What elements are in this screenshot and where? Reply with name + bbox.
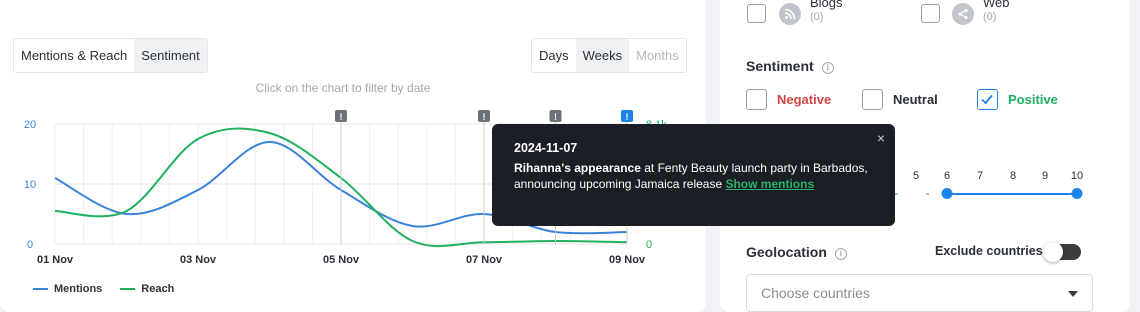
y-tick-right: 0 <box>646 239 652 251</box>
source-label-web: Web <box>983 0 1010 10</box>
sentiment-positive[interactable]: Positive <box>977 89 1058 110</box>
geolocation-title: Geolocation <box>746 244 827 260</box>
checkbox-negative[interactable] <box>746 89 767 110</box>
slider-tick: 9 <box>1041 170 1049 182</box>
source-label-blogs: Blogs <box>810 0 843 10</box>
sentiment-title: Sentiment <box>746 58 814 74</box>
x-tick: 07 Nov <box>466 254 503 266</box>
info-icon[interactable]: i <box>821 62 834 74</box>
slider-fill <box>947 193 1077 195</box>
y-tick-left: 20 <box>24 119 36 131</box>
checkbox-neutral[interactable] <box>862 89 883 110</box>
legend-item-mentions[interactable]: Mentions <box>33 283 102 295</box>
x-tick: 03 Nov <box>180 254 217 266</box>
tooltip-date: 2024-11-07 <box>514 141 578 155</box>
checkbox-positive[interactable] <box>977 89 998 110</box>
tab-days[interactable]: Days <box>532 39 576 72</box>
chart-type-tabs: Mentions & Reach Sentiment <box>13 38 208 73</box>
sentiment-label-neutral: Neutral <box>893 92 938 107</box>
slider-tick: 5 <box>912 170 920 182</box>
legend-swatch-reach <box>120 288 136 290</box>
source-count-web: (0) <box>983 11 997 23</box>
rss-icon <box>779 3 801 25</box>
exclamation-icon: ! <box>483 112 486 122</box>
x-tick: 01 Nov <box>37 254 74 266</box>
sentiment-negative[interactable]: Negative <box>746 89 831 110</box>
toggle-knob <box>1043 242 1063 262</box>
period-tabs: Days Weeks Months <box>531 38 687 73</box>
exclamation-icon: ! <box>626 112 629 122</box>
x-tick: 05 Nov <box>323 254 360 266</box>
slider-handle-max[interactable] <box>1071 188 1083 199</box>
slider-handle-min[interactable] <box>941 188 953 199</box>
checkbox-web[interactable] <box>921 4 940 23</box>
sentiment-label-negative: Negative <box>777 92 832 107</box>
sentiment-label-positive: Positive <box>1008 92 1058 107</box>
tooltip-body: Rihanna's appearance at Fenty Beauty lau… <box>514 160 873 192</box>
show-mentions-link[interactable]: Show mentions <box>725 177 814 191</box>
legend-label-reach: Reach <box>141 283 175 295</box>
exclude-countries-label: Exclude countries <box>935 244 1043 258</box>
tooltip-headline: Rihanna's appearance <box>514 161 641 175</box>
source-count-blogs: (0) <box>810 11 824 23</box>
event-tooltip: × 2024-11-07 Rihanna's appearance at Fen… <box>492 124 895 226</box>
chart-legend: Mentions Reach <box>33 283 174 295</box>
info-icon[interactable]: i <box>834 248 847 260</box>
slider-tick: 7 <box>976 170 984 182</box>
countries-select[interactable]: Choose countries <box>746 274 1093 312</box>
tab-sentiment[interactable]: Sentiment <box>134 39 207 72</box>
chevron-down-icon <box>1068 291 1078 297</box>
exclamation-icon: ! <box>554 112 557 122</box>
tab-months[interactable]: Months <box>629 39 686 72</box>
checkmark-icon <box>981 94 993 105</box>
slider-tick: 8 <box>1009 170 1017 182</box>
sentiment-heading: Sentiment i <box>746 58 834 74</box>
countries-placeholder: Choose countries <box>761 285 870 301</box>
share-icon <box>952 3 974 25</box>
exclude-countries-toggle[interactable] <box>1043 242 1081 262</box>
legend-label-mentions: Mentions <box>54 283 103 295</box>
y-tick-left: 0 <box>27 239 33 251</box>
legend-swatch-mentions <box>33 288 48 290</box>
y-tick-left: 10 <box>24 179 36 191</box>
x-tick: 09 Nov <box>609 254 646 266</box>
legend-item-reach[interactable]: Reach <box>120 283 174 295</box>
checkbox-blogs[interactable] <box>747 4 766 23</box>
tab-mentions-reach[interactable]: Mentions & Reach <box>14 39 134 72</box>
tab-weeks[interactable]: Weeks <box>575 39 630 72</box>
close-icon[interactable]: × <box>877 130 885 146</box>
slider-tick: 10 <box>1070 170 1084 182</box>
exclamation-icon: ! <box>340 112 343 122</box>
chart-hint: Click on the chart to filter by date <box>255 81 431 95</box>
sentiment-neutral[interactable]: Neutral <box>862 89 938 110</box>
geolocation-heading: Geolocation i <box>746 244 847 260</box>
slider-tick: 6 <box>943 170 951 182</box>
